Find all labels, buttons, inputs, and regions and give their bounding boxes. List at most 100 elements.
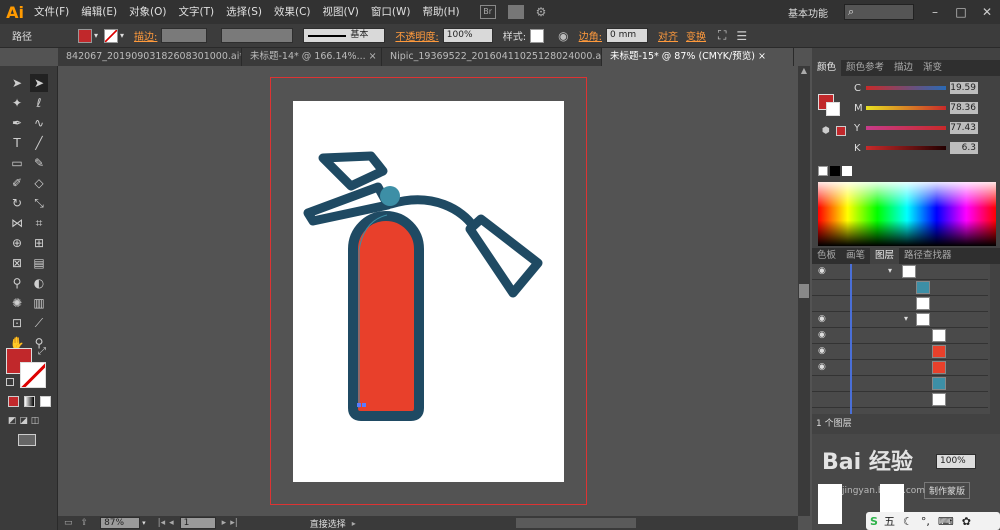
menu-effect[interactable]: 效果(C) [268, 0, 317, 24]
draw-mode-icon[interactable]: ◩ ◪ ◫ [8, 416, 48, 427]
tab-document-4[interactable]: 未标题-15* @ 87% (CMYK/预览) × [602, 48, 794, 66]
layer-row[interactable]: ◉ ▾ [812, 312, 988, 328]
swap-fill-stroke-icon[interactable]: ⤢ [38, 346, 46, 357]
rotate-tool-icon[interactable]: ↻ [8, 194, 26, 212]
artboard-number-field[interactable]: 1 [179, 517, 216, 529]
symbol-sprayer-tool-icon[interactable]: ✺ [8, 294, 26, 312]
color-mode-icon[interactable] [8, 396, 19, 407]
tab-document-3[interactable]: Nipic_19369522_20160411025128024000.ai* … [382, 48, 602, 66]
sogou-logo-icon[interactable]: S [870, 515, 878, 528]
yellow-slider-row[interactable]: Y 77.43 [854, 122, 978, 134]
maximize-icon[interactable]: □ [948, 5, 974, 19]
skin-icon[interactable]: ✿ [962, 515, 971, 528]
layer-row[interactable] [812, 392, 988, 408]
search-field[interactable]: ⌕ [844, 4, 914, 20]
color-panel-stroke-box[interactable] [826, 102, 840, 116]
width-tool-icon[interactable]: ⋈ [8, 214, 26, 232]
isolate-icon[interactable]: ⛶ [718, 28, 726, 43]
cyan-slider-row[interactable]: C 19.59 [854, 82, 978, 94]
magenta-track[interactable] [866, 106, 946, 110]
layer-row[interactable]: ◉ [812, 328, 988, 344]
pen-tool-icon[interactable]: ✒ [8, 114, 26, 132]
workspace-switcher[interactable]: 基本功能 [788, 5, 828, 20]
black-value-field[interactable]: 6.3 [950, 142, 978, 154]
tab-color[interactable]: 颜色 [812, 60, 842, 76]
selection-tool-icon[interactable]: ➤ [8, 74, 26, 92]
opacity-label[interactable]: 不透明度: [395, 28, 438, 43]
web-color-swatch[interactable] [836, 126, 846, 136]
anchor-point[interactable] [362, 403, 366, 407]
menu-object[interactable]: 对象(O) [123, 0, 172, 24]
scroll-up-icon[interactable]: ▲ [798, 66, 810, 78]
moon-icon[interactable]: ☾ [903, 515, 913, 528]
direct-selection-tool-icon[interactable]: ➤ [30, 74, 48, 92]
expand-arrow-icon[interactable]: ▾ [888, 266, 892, 275]
tab-swatches[interactable]: 色板 [812, 248, 841, 264]
document-setup-icon[interactable]: ◉ [558, 29, 568, 43]
horizontal-scrollbar[interactable] [515, 518, 636, 528]
menu-select[interactable]: 选择(S) [220, 0, 268, 24]
color-spectrum[interactable] [818, 182, 996, 246]
tab-stroke[interactable]: 描边 [889, 60, 918, 76]
layer-row[interactable]: ◉ [812, 344, 988, 360]
gradient-mode-icon[interactable] [24, 396, 35, 407]
transform-link[interactable]: 变换 [686, 28, 706, 43]
lasso-tool-icon[interactable]: ℓ [30, 94, 48, 112]
export-icon[interactable]: ▭ [64, 518, 73, 528]
scroll-thumb[interactable] [799, 284, 809, 298]
next-artboard-icon[interactable]: ▸ [222, 518, 227, 528]
punctuation-icon[interactable]: °, [921, 515, 930, 528]
corner-radius-field[interactable]: 0 mm [606, 28, 649, 43]
menu-type[interactable]: 文字(T) [173, 0, 221, 24]
perspective-grid-tool-icon[interactable]: ⊞ [30, 234, 48, 252]
stroke-label[interactable]: 描边: [134, 28, 157, 43]
visibility-eye-icon[interactable]: ◉ [818, 346, 826, 356]
free-transform-tool-icon[interactable]: ⌗ [30, 214, 48, 232]
blend-tool-icon[interactable]: ◐ [30, 274, 48, 292]
stroke-color-box[interactable] [20, 362, 46, 388]
tab-gradient[interactable]: 渐变 [918, 60, 947, 76]
tab-close-icon[interactable]: × [758, 51, 766, 62]
layer-row[interactable]: ◉ ▾ [812, 264, 988, 280]
layer-row[interactable] [812, 376, 988, 392]
cyan-track[interactable] [866, 86, 946, 90]
visibility-eye-icon[interactable]: ◉ [818, 314, 826, 324]
magenta-value-field[interactable]: 78.36 [950, 102, 978, 114]
visibility-eye-icon[interactable]: ◉ [818, 362, 826, 372]
prev-artboard-icon[interactable]: ◂ [169, 518, 174, 528]
keyboard-icon[interactable]: ⌨ [938, 515, 954, 528]
type-tool-icon[interactable]: T [8, 134, 26, 152]
fire-extinguisher-artwork[interactable] [293, 101, 564, 482]
first-artboard-icon[interactable]: |◂ [158, 518, 166, 528]
line-tool-icon[interactable]: ╱ [30, 134, 48, 152]
scale-tool-icon[interactable]: ⤡ [30, 194, 48, 212]
magic-wand-tool-icon[interactable]: ✦ [8, 94, 26, 112]
menu-window[interactable]: 窗口(W) [365, 0, 417, 24]
eyedropper-tool-icon[interactable]: ⚲ [8, 274, 26, 292]
layer-row[interactable] [812, 296, 988, 312]
none-swatch[interactable] [818, 166, 828, 176]
menu-edit[interactable]: 编辑(E) [75, 0, 123, 24]
stroke-dropdown-icon[interactable]: ▾ [120, 31, 124, 40]
share-icon[interactable]: ⇪ [81, 518, 89, 528]
extinguisher-body[interactable] [348, 211, 424, 421]
close-icon[interactable]: ✕ [974, 5, 1000, 19]
menu-view[interactable]: 视图(V) [317, 0, 365, 24]
variable-width-dropdown[interactable] [221, 28, 294, 43]
align-link[interactable]: 对齐 [658, 28, 678, 43]
slice-tool-icon[interactable]: ⟋ [30, 314, 48, 332]
canvas-vertical-scrollbar[interactable]: ▲ [798, 66, 810, 516]
default-fill-stroke-icon[interactable] [6, 378, 14, 386]
yellow-value-field[interactable]: 77.43 [950, 122, 978, 134]
fill-dropdown-icon[interactable]: ▾ [94, 31, 98, 40]
minimize-icon[interactable]: – [922, 5, 948, 19]
anchor-point[interactable] [357, 403, 361, 407]
eraser-tool-icon[interactable]: ◇ [30, 174, 48, 192]
paintbrush-tool-icon[interactable]: ✎ [30, 154, 48, 172]
arrange-icon[interactable]: ☰ [736, 29, 747, 43]
expand-arrow-icon[interactable]: ▾ [904, 314, 908, 323]
arrange-documents-icon[interactable] [507, 5, 524, 19]
visibility-eye-icon[interactable]: ◉ [818, 330, 826, 340]
visibility-eye-icon[interactable]: ◉ [818, 266, 826, 276]
screen-mode-icon[interactable] [18, 434, 36, 446]
